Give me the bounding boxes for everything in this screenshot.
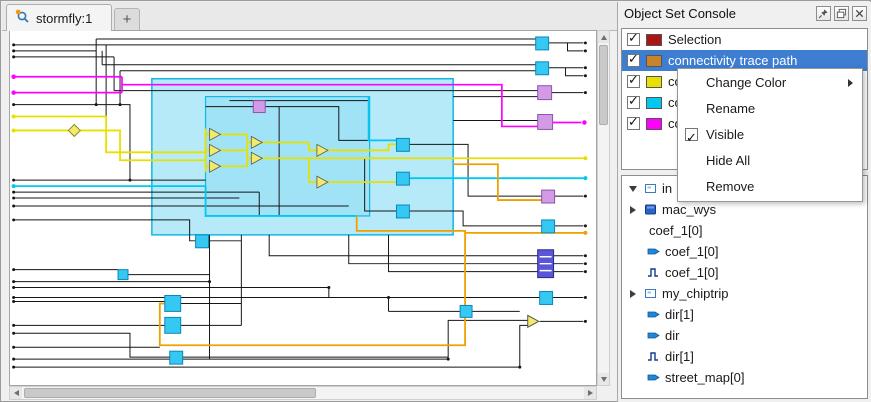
instance-icon [643, 182, 657, 195]
visibility-checkbox[interactable] [627, 117, 640, 130]
tree-row[interactable]: coef_1[0] [622, 262, 867, 283]
tree-label: street_map[0] [665, 370, 745, 385]
visibility-checkbox[interactable] [627, 75, 640, 88]
expander-collapsed-icon[interactable] [628, 206, 638, 214]
vertical-scroll-thumb[interactable] [599, 45, 608, 125]
pin-button[interactable] [816, 6, 831, 21]
tree-row[interactable]: dir[1] [622, 304, 867, 325]
signal-icon [646, 245, 660, 258]
submenu-arrow-icon [848, 79, 853, 87]
tree-label: mac_wys [662, 202, 716, 217]
close-button[interactable] [852, 6, 867, 21]
schematic-search-icon [15, 9, 31, 28]
object-set-label: Selection [668, 32, 721, 47]
menu-item-remove[interactable]: Remove [678, 174, 862, 200]
color-swatch[interactable] [646, 55, 662, 67]
menu-item-change-color[interactable]: Change Color [678, 70, 862, 96]
tree-row[interactable]: mac_wys [622, 199, 867, 220]
panel-title: Object Set Console [624, 2, 736, 26]
float-button[interactable] [834, 6, 849, 21]
object-set-console: Object Set Console [617, 2, 871, 402]
expander-expanded-icon[interactable] [628, 186, 638, 192]
wave-icon [646, 350, 660, 363]
scroll-left-button[interactable] [10, 387, 22, 399]
float-icon [836, 8, 847, 19]
panel-titlebar-buttons [816, 6, 867, 21]
menu-item-rename[interactable]: Rename [678, 96, 862, 122]
tree-label: coef_1[0] [649, 223, 703, 238]
arrow-left-icon [14, 390, 19, 396]
tree-row[interactable]: dir [622, 325, 867, 346]
arrow-right-icon [588, 390, 593, 396]
vertical-scrollbar[interactable] [597, 30, 610, 386]
tree-row[interactable]: my_chiptrip [622, 283, 867, 304]
tree-row[interactable]: street_map[0] [622, 367, 867, 388]
signal-icon [646, 329, 660, 342]
instance-icon [643, 287, 657, 300]
tree-row[interactable]: coef_1[0] [622, 220, 867, 241]
tree-row[interactable]: dir[1] [622, 346, 867, 367]
color-swatch[interactable] [646, 118, 662, 130]
tree-label: dir [665, 328, 679, 343]
visibility-checkbox[interactable] [627, 96, 640, 109]
tab-bar: stormfly:1 + [2, 2, 617, 31]
visibility-checkbox[interactable] [627, 54, 640, 67]
schematic-canvas[interactable] [10, 31, 596, 385]
pin-icon [818, 8, 829, 19]
visibility-checkbox[interactable] [627, 33, 640, 46]
object-set-label: connectivity trace path [668, 53, 797, 68]
tab-stormfly[interactable]: stormfly:1 [6, 4, 112, 31]
color-swatch[interactable] [646, 76, 662, 88]
tree-label: dir[1] [665, 307, 694, 322]
wave-icon [646, 266, 660, 279]
tree-label: in [662, 181, 672, 196]
app-window: stormfly:1 + [0, 0, 871, 402]
tab-label: stormfly:1 [36, 11, 92, 26]
object-tree: in mac_wys coef_1[0] coef_1[0] coef_1[0] [621, 175, 868, 399]
expander-collapsed-icon[interactable] [628, 290, 638, 298]
tree-label: dir[1] [665, 349, 694, 364]
scroll-down-button[interactable] [598, 373, 609, 385]
visible-checkbox[interactable] [685, 128, 698, 141]
menu-item-hide-all[interactable]: Hide All [678, 148, 862, 174]
color-swatch[interactable] [646, 34, 662, 46]
color-swatch[interactable] [646, 97, 662, 109]
tree-row[interactable]: coef_1[0] [622, 241, 867, 262]
signal-icon [646, 308, 660, 321]
context-menu: Change Color Rename Visible Hide All Rem… [677, 68, 863, 202]
scroll-up-button[interactable] [598, 31, 609, 43]
horizontal-scrollbar[interactable] [9, 386, 597, 400]
scroll-right-button[interactable] [584, 387, 596, 399]
object-set-row[interactable]: Selection [622, 29, 867, 50]
arrow-down-icon [601, 377, 607, 382]
signal-icon [646, 371, 660, 384]
schematic-view [9, 30, 597, 386]
new-tab-button[interactable]: + [114, 8, 140, 30]
menu-item-visible[interactable]: Visible [678, 122, 862, 148]
tree-label: coef_1[0] [665, 265, 719, 280]
close-icon [854, 8, 865, 19]
tree-label: my_chiptrip [662, 286, 728, 301]
horizontal-scroll-thumb[interactable] [24, 388, 316, 398]
module-icon [643, 203, 657, 216]
tree-label: coef_1[0] [665, 244, 719, 259]
arrow-up-icon [601, 35, 607, 40]
